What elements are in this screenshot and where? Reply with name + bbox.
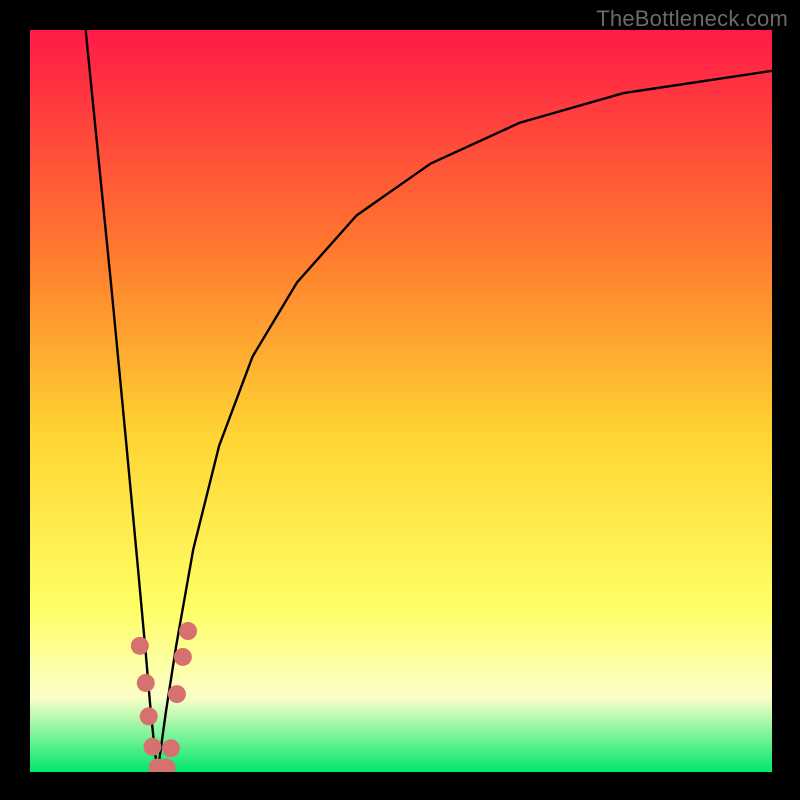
bottleneck-chart [0, 0, 800, 800]
watermark-text: TheBottleneck.com [596, 6, 788, 32]
data-marker [143, 738, 161, 756]
data-marker [168, 685, 186, 703]
data-marker [131, 637, 149, 655]
gradient-background [30, 30, 772, 772]
data-marker [174, 648, 192, 666]
data-marker [140, 707, 158, 725]
data-marker [137, 674, 155, 692]
data-marker [179, 622, 197, 640]
chart-stage: TheBottleneck.com [0, 0, 800, 800]
data-marker [162, 739, 180, 757]
